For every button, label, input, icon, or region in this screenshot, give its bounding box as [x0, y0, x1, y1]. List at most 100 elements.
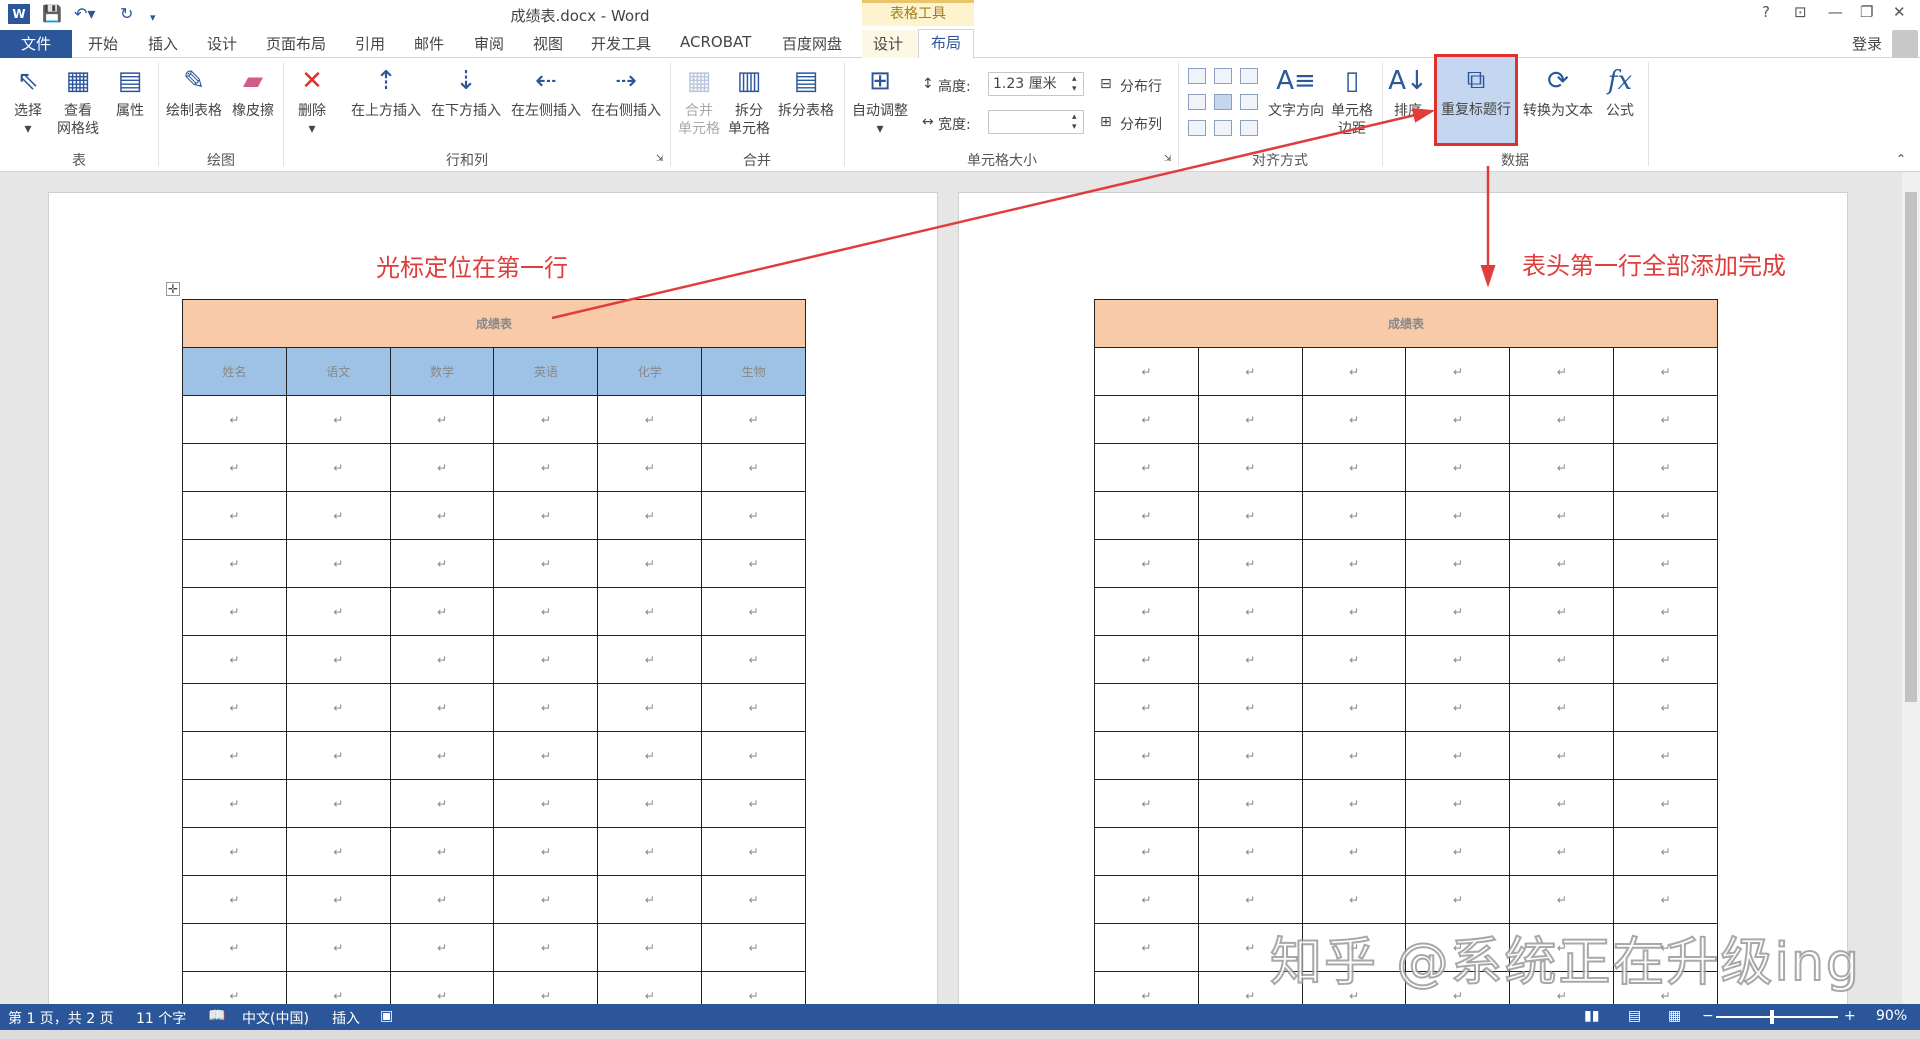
table-cell[interactable]: ↵ [493, 779, 599, 828]
align-middle-center-button[interactable] [1214, 94, 1232, 110]
height-input[interactable]: 1.23 厘米 [988, 72, 1084, 96]
table-cell[interactable]: ↵ [597, 971, 703, 1004]
table-cell[interactable]: ↵ [1094, 683, 1199, 732]
table-cell[interactable]: ↵ [389, 635, 495, 684]
table-cell[interactable]: ↵ [1613, 875, 1718, 924]
web-layout-icon[interactable]: ▦ [1668, 1008, 1681, 1024]
table-cell[interactable]: ↵ [389, 779, 495, 828]
table-cell[interactable]: ↵ [1301, 587, 1407, 636]
split-table-button[interactable]: ▤ 拆分表格 [774, 64, 838, 120]
table-cell[interactable]: ↵ [1094, 827, 1199, 876]
table-title-cell[interactable]: 成绩表 [182, 299, 806, 348]
table-cell[interactable]: ↵ [1509, 395, 1615, 444]
tab-page-layout[interactable]: 页面布局 [266, 33, 326, 54]
table-cell[interactable]: ↵ [1613, 683, 1718, 732]
user-avatar[interactable] [1892, 30, 1918, 58]
tab-mailings[interactable]: 邮件 [414, 33, 444, 54]
table-cell[interactable]: ↵ [1509, 587, 1615, 636]
table-cell[interactable]: ↵ [1094, 923, 1199, 972]
align-middle-right-button[interactable] [1240, 94, 1258, 110]
table-cell[interactable]: ↵ [389, 443, 495, 492]
table-cell[interactable]: ↵ [1301, 731, 1407, 780]
text-direction-button[interactable]: A≡ 文字方向 [1264, 64, 1328, 120]
align-top-right-button[interactable] [1240, 68, 1258, 84]
header-cell[interactable]: 数学 [389, 347, 495, 396]
login-link[interactable]: 登录 [1852, 33, 1882, 54]
insert-left-button[interactable]: ⇠ 在左侧插入 [506, 64, 586, 120]
table-cell[interactable]: ↵ [493, 971, 599, 1004]
table-cell[interactable]: ↵ [182, 491, 287, 540]
table-cell[interactable]: ↵ [1405, 827, 1511, 876]
merge-cells-button[interactable]: ▦ 合并 单元格 [674, 64, 724, 138]
table-cell[interactable]: ↵ [1197, 587, 1303, 636]
table-cell[interactable]: ↵ [1094, 971, 1199, 1004]
table-cell[interactable]: ↵ [1405, 443, 1511, 492]
table-cell[interactable]: ↵ [1613, 395, 1718, 444]
table-cell[interactable]: ↵ [493, 395, 599, 444]
table-cell[interactable]: ↵ [1094, 491, 1199, 540]
align-bottom-right-button[interactable] [1240, 120, 1258, 136]
table-cell[interactable]: ↵ [1405, 635, 1511, 684]
proofing-icon[interactable]: 📖 [208, 1008, 225, 1024]
undo-icon[interactable]: ↶▾ [74, 4, 95, 24]
header-cell[interactable]: 姓名 [182, 347, 287, 396]
header-cell[interactable]: 化学 [597, 347, 703, 396]
header-cell[interactable]: 生物 [701, 347, 806, 396]
table-cell[interactable]: ↵ [1301, 683, 1407, 732]
status-zoom[interactable]: 90% [1876, 1008, 1907, 1024]
table-cell[interactable]: ↵ [1509, 491, 1615, 540]
table-cell[interactable]: ↵ [1613, 731, 1718, 780]
table-cell[interactable]: ↵ [493, 539, 599, 588]
table-cell[interactable]: ↵ [1197, 443, 1303, 492]
table-cell[interactable]: ↵ [182, 827, 287, 876]
zoom-out-icon[interactable]: − [1702, 1008, 1714, 1024]
table-cell[interactable]: ↵ [1197, 827, 1303, 876]
sort-button[interactable]: A↓ 排序 [1386, 64, 1430, 120]
table-cell[interactable]: ↵ [1405, 683, 1511, 732]
table-cell[interactable]: ↵ [1613, 635, 1718, 684]
dialog-launcher-icon[interactable]: ⇲ [656, 154, 664, 164]
table-cell[interactable]: ↵ [1405, 539, 1511, 588]
table-cell[interactable]: ↵ [389, 539, 495, 588]
save-icon[interactable]: 💾 [42, 4, 62, 24]
table-cell[interactable]: ↵ [1509, 875, 1615, 924]
table-cell[interactable]: ↵ [701, 875, 806, 924]
properties-button[interactable]: ▤ 属性 [106, 64, 154, 120]
table-cell[interactable]: ↵ [493, 635, 599, 684]
table-cell[interactable]: ↵ [182, 539, 287, 588]
restore-icon[interactable]: ❐ [1860, 3, 1873, 21]
table-move-handle-icon[interactable]: ✛ [166, 282, 180, 296]
table-cell[interactable]: ↵ [701, 827, 806, 876]
width-spinner[interactable]: ▴ ▾ [1072, 112, 1077, 132]
table-cell[interactable]: ↵ [493, 587, 599, 636]
tab-baidu-netdisk[interactable]: 百度网盘 [782, 33, 842, 54]
table-cell[interactable]: ↵ [1301, 827, 1407, 876]
tab-review[interactable]: 审阅 [474, 33, 504, 54]
table-cell[interactable]: ↵ [597, 923, 703, 972]
print-layout-icon[interactable]: ▤ [1628, 1008, 1641, 1024]
table-cell[interactable]: ↵ [493, 491, 599, 540]
table-cell[interactable]: ↵ [597, 683, 703, 732]
table-cell[interactable]: ↵ [1509, 827, 1615, 876]
table-cell[interactable]: ↵ [1197, 779, 1303, 828]
ribbon-display-options-icon[interactable]: ⊡ [1794, 3, 1807, 21]
table-cell[interactable]: ↵ [493, 875, 599, 924]
table-cell[interactable]: ↵ [182, 395, 287, 444]
tab-references[interactable]: 引用 [355, 33, 385, 54]
table-cell[interactable]: ↵ [597, 731, 703, 780]
insert-below-button[interactable]: ⇣ 在下方插入 [426, 64, 506, 120]
zoom-slider[interactable] [1716, 1016, 1838, 1018]
repeat-header-rows-button[interactable]: ⧉ 重复标题行 [1434, 54, 1518, 146]
tab-insert[interactable]: 插入 [148, 33, 178, 54]
table-cell[interactable]: ↵ [1301, 875, 1407, 924]
tab-design[interactable]: 设计 [207, 33, 237, 54]
table-cell[interactable]: ↵ [285, 395, 391, 444]
table-cell[interactable]: ↵ [1094, 347, 1199, 396]
table-cell[interactable]: ↵ [493, 827, 599, 876]
table-cell[interactable]: ↵ [701, 539, 806, 588]
view-gridlines-button[interactable]: ▦ 查看 网格线 [54, 64, 102, 138]
tab-file[interactable]: 文件 [0, 30, 72, 58]
status-word-count[interactable]: 11 个字 [136, 1008, 186, 1028]
table-cell[interactable]: ↵ [1509, 539, 1615, 588]
table-cell[interactable]: ↵ [1094, 443, 1199, 492]
